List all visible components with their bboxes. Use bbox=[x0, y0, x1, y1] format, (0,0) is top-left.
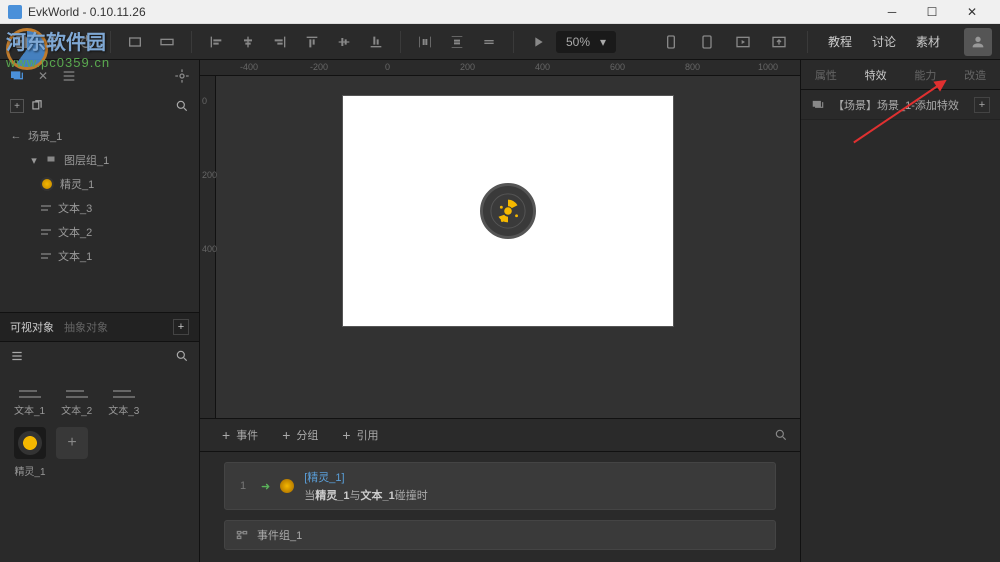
events-list: 1 ➜ [精灵_1] 当精灵_1与文本_1碰撞时 事件组_1 bbox=[200, 452, 800, 562]
rp-tab-mod[interactable]: 改造 bbox=[964, 67, 986, 83]
object-tabs: 可视对象 抽象对象 + bbox=[0, 312, 199, 342]
main-toolbar: 50% ▾ 教程 讨论 素材 bbox=[0, 24, 1000, 60]
rp-tab-ability[interactable]: 能力 bbox=[914, 67, 936, 83]
text2-item[interactable]: 文本_2 bbox=[0, 220, 199, 244]
add-scene-icon[interactable]: + bbox=[10, 99, 24, 113]
add-group-button[interactable]: +分组 bbox=[272, 423, 328, 447]
search-objects-icon[interactable] bbox=[175, 349, 189, 363]
device-phone-icon[interactable] bbox=[657, 28, 685, 56]
play-icon[interactable] bbox=[524, 28, 552, 56]
add-fx-button[interactable]: + bbox=[974, 97, 990, 113]
redo-icon[interactable] bbox=[72, 28, 100, 56]
save-icon[interactable] bbox=[8, 28, 36, 56]
scene-back-item[interactable]: ← 场景_1 bbox=[0, 124, 199, 148]
lp-tab-stack-icon[interactable] bbox=[60, 67, 78, 85]
text3-item[interactable]: 文本_3 bbox=[0, 196, 199, 220]
right-panel: 属性 特效 能力 改造 【场景】场景_1-添加特效 + bbox=[800, 60, 1000, 562]
tab-abstract-objects[interactable]: 抽象对象 bbox=[64, 319, 108, 335]
dist-icon-2[interactable] bbox=[443, 28, 471, 56]
nav-discuss[interactable]: 讨论 bbox=[866, 29, 902, 54]
events-toolbar: +事件 +分组 +引用 bbox=[200, 418, 800, 452]
align-icon-6[interactable] bbox=[362, 28, 390, 56]
group-icon bbox=[235, 528, 249, 542]
rp-tab-fx[interactable]: 特效 bbox=[865, 67, 887, 83]
share-icon[interactable] bbox=[765, 28, 793, 56]
search-icon[interactable] bbox=[175, 99, 189, 113]
minimize-button[interactable]: ─ bbox=[872, 1, 912, 23]
event-object-link[interactable]: [精灵_1] bbox=[304, 469, 428, 485]
left-panel: ✕ + ← 场景_1 ▾ 图层组_1 精灵_1 bbox=[0, 60, 200, 562]
sprite-thumb-icon bbox=[40, 177, 54, 191]
undo-icon[interactable] bbox=[40, 28, 68, 56]
text1-item[interactable]: 文本_1 bbox=[0, 244, 199, 268]
rp-scene-fx-row[interactable]: 【场景】场景_1-添加特效 + bbox=[801, 90, 1000, 120]
scene-tree: ← 场景_1 ▾ 图层组_1 精灵_1 文本_3 文本_2 bbox=[0, 120, 199, 272]
tool-rect-icon[interactable] bbox=[121, 28, 149, 56]
align-icon-1[interactable] bbox=[202, 28, 230, 56]
align-icon-4[interactable] bbox=[298, 28, 326, 56]
ruler-vertical: 0 200 400 bbox=[200, 76, 216, 418]
event-group-row[interactable]: 事件组_1 bbox=[224, 520, 776, 550]
align-icon-5[interactable] bbox=[330, 28, 358, 56]
lp-tab-settings-icon[interactable] bbox=[173, 67, 191, 85]
canvas-sprite-object[interactable] bbox=[480, 183, 536, 239]
arrow-right-icon: ➜ bbox=[261, 480, 270, 493]
chevron-down-icon: ▾ bbox=[600, 35, 606, 49]
ruler-horizontal: -400 -200 0 200 400 600 800 1000 bbox=[200, 60, 800, 76]
canvas-panel: -400 -200 0 200 400 600 800 1000 0 200 4… bbox=[200, 60, 800, 562]
dist-icon-1[interactable] bbox=[411, 28, 439, 56]
preview-icon[interactable] bbox=[729, 28, 757, 56]
lp-tab-close-icon[interactable]: ✕ bbox=[34, 67, 52, 85]
add-object-button[interactable]: + bbox=[173, 319, 189, 335]
equal-icon[interactable] bbox=[475, 28, 503, 56]
list-view-icon[interactable] bbox=[10, 349, 24, 363]
app-icon bbox=[8, 5, 22, 19]
device-tablet-icon[interactable] bbox=[693, 28, 721, 56]
search-events-icon[interactable] bbox=[774, 428, 788, 442]
sprite-item[interactable]: 精灵_1 bbox=[0, 172, 199, 196]
nav-tutorial[interactable]: 教程 bbox=[822, 29, 858, 54]
add-object-thumb[interactable]: + bbox=[56, 427, 88, 459]
zoom-selector[interactable]: 50% ▾ bbox=[556, 31, 616, 53]
add-event-button[interactable]: +事件 bbox=[212, 423, 268, 447]
scene-canvas[interactable] bbox=[343, 96, 673, 326]
align-icon-3[interactable] bbox=[266, 28, 294, 56]
user-avatar[interactable] bbox=[964, 28, 992, 56]
add-quote-button[interactable]: +引用 bbox=[332, 423, 388, 447]
nav-assets[interactable]: 素材 bbox=[910, 29, 946, 54]
canvas-viewport[interactable] bbox=[216, 76, 800, 418]
obj-text1[interactable]: 文本_1 bbox=[14, 380, 45, 417]
obj-text2[interactable]: 文本_2 bbox=[61, 380, 92, 417]
title-bar: EvkWorld - 0.10.11.26 ─ ☐ ✕ bbox=[0, 0, 1000, 24]
copy-scene-icon[interactable] bbox=[30, 99, 44, 113]
close-button[interactable]: ✕ bbox=[952, 1, 992, 23]
maximize-button[interactable]: ☐ bbox=[912, 1, 952, 23]
obj-sprite-thumb[interactable] bbox=[14, 427, 46, 459]
event-sprite-icon bbox=[280, 479, 294, 493]
align-icon-2[interactable] bbox=[234, 28, 262, 56]
tab-visible-objects[interactable]: 可视对象 bbox=[10, 319, 54, 335]
layer-group-item[interactable]: ▾ 图层组_1 bbox=[0, 148, 199, 172]
obj-text3[interactable]: 文本_3 bbox=[108, 380, 139, 417]
scene-layers-icon bbox=[811, 98, 825, 112]
rp-tab-attr[interactable]: 属性 bbox=[815, 67, 837, 83]
window-title: EvkWorld - 0.10.11.26 bbox=[28, 5, 146, 19]
tool-rect2-icon[interactable] bbox=[153, 28, 181, 56]
event-row-1[interactable]: 1 ➜ [精灵_1] 当精灵_1与文本_1碰撞时 bbox=[224, 462, 776, 510]
lp-tab-layers-icon[interactable] bbox=[8, 67, 26, 85]
